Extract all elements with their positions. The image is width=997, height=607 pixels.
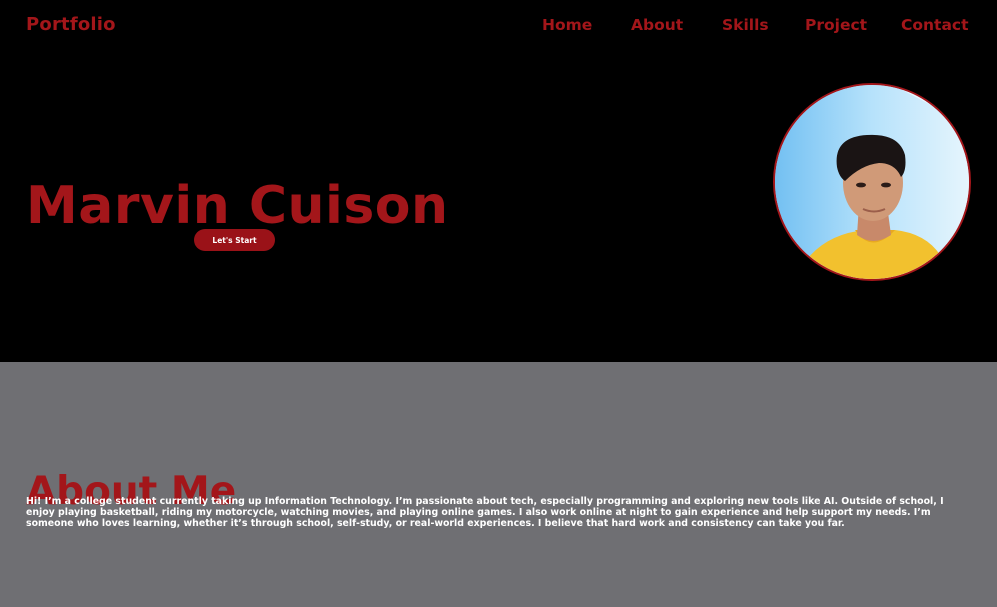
nav-link-contact[interactable]: Contact [901, 16, 969, 34]
nav-link-skills[interactable]: Skills [722, 16, 769, 34]
about-section: About Me Hi! I’m a college student curre… [0, 362, 997, 607]
nav-link-about[interactable]: About [631, 16, 683, 34]
site-header: Portfolio Home About Skills Project Cont… [0, 0, 997, 56]
lets-start-button[interactable]: Let's Start [194, 229, 275, 251]
site-logo[interactable]: Portfolio [26, 14, 116, 35]
nav-link-home[interactable]: Home [542, 16, 592, 34]
nav-link-project[interactable]: Project [805, 16, 867, 34]
hero-name: Marvin Cuison [26, 175, 449, 236]
profile-portrait-image [775, 85, 969, 279]
portfolio-page: Marvin Cuison Let's Start Portfolio Home… [0, 0, 997, 607]
about-description: Hi! I’m a college student currently taki… [26, 496, 944, 529]
profile-photo [773, 83, 971, 281]
